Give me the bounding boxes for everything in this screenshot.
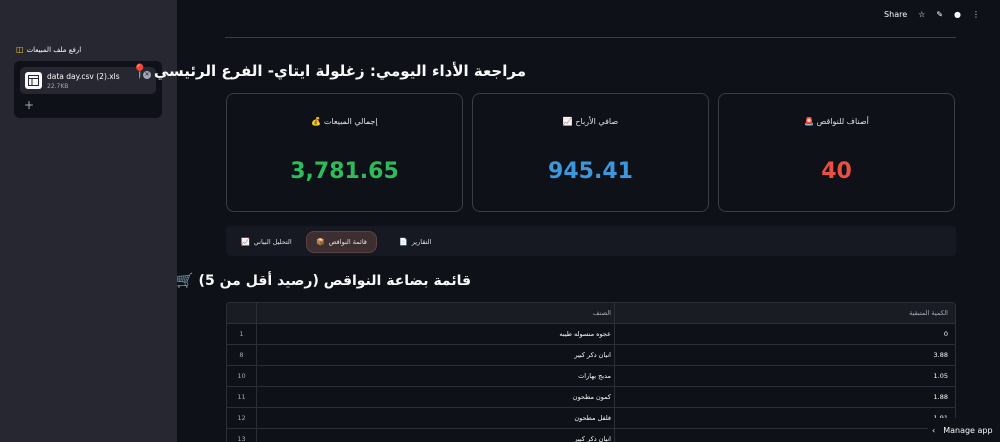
table-row[interactable]: 12 فلفل مطحون 1.91 (227, 408, 955, 429)
document-icon: 📄 (399, 238, 408, 246)
metric-card-shortages: أصناف للنواقص 🚨 40 (718, 93, 955, 212)
metric-value: 40 (821, 159, 852, 184)
tab-analysis[interactable]: التحليل البياني 📈 (232, 231, 301, 253)
file-name: data day.csv (2).xls (47, 72, 120, 81)
uploader-label-row: ارفع ملف المبيعات ◫ (16, 45, 81, 54)
tabs-bar: التحليل البياني 📈 قائمة النواقص 📦 التقار… (226, 226, 956, 256)
shortages-table[interactable]: الصنف الكمية المتبقية 1 عجوه منسوله طيبه… (226, 302, 956, 442)
chart-icon: 📈 (241, 238, 250, 246)
header-actions: Share ☆ ✎ ● ⋮ (884, 10, 980, 19)
table-row[interactable]: 1 عجوه منسوله طيبه 0 (227, 324, 955, 345)
package-icon: 📦 (316, 238, 325, 246)
table-header: الصنف الكمية المتبقية (227, 303, 955, 324)
metric-label: إجمالي المبيعات 💰 (311, 117, 378, 126)
page-title-row: مراجعة الأداء اليومي: زغلولة ايتاي- الفر… (131, 62, 526, 80)
chevron-left-icon: ‹ (932, 425, 936, 435)
share-button[interactable]: Share (884, 10, 907, 19)
github-icon[interactable]: ● (954, 10, 961, 19)
metric-value: 3,781.65 (290, 159, 399, 184)
metric-label: صافي الأرباح 📈 (562, 117, 619, 126)
column-header-item[interactable]: الصنف (257, 303, 615, 323)
tab-shortages[interactable]: قائمة النواقص 📦 (306, 231, 377, 253)
column-header-qty[interactable]: الكمية المتبقية (615, 303, 955, 323)
star-icon[interactable]: ☆ (918, 10, 925, 19)
folder-icon: ◫ (16, 45, 24, 54)
metric-label: أصناف للنواقص 🚨 (804, 117, 869, 126)
metric-value: 945.41 (548, 159, 633, 184)
file-size: 22.7KB (47, 83, 69, 90)
page-title: مراجعة الأداء اليومي: زغلولة ايتاي- الفر… (153, 62, 526, 80)
chart-up-icon: 📈 (562, 117, 573, 126)
cart-icon: 🛒 (176, 273, 194, 289)
header-divider (225, 37, 956, 38)
manage-app-label: Manage app (943, 425, 993, 435)
metric-card-profit: صافي الأرباح 📈 945.41 (472, 93, 709, 212)
edit-icon[interactable]: ✎ (936, 10, 943, 19)
metric-card-sales: إجمالي المبيعات 💰 3,781.65 (226, 93, 463, 212)
file-icon (25, 72, 42, 89)
table-row[interactable]: 13 انيان دكر كبير (227, 429, 955, 442)
table-row[interactable]: 8 انيان دكر كبير 3.88 (227, 345, 955, 366)
tab-reports[interactable]: التقارير 📄 (390, 231, 440, 253)
table-row[interactable]: 10 مدبج بهارات 1.05 (227, 366, 955, 387)
more-menu-icon[interactable]: ⋮ (972, 10, 980, 19)
money-bag-icon: 💰 (311, 117, 322, 126)
section-title-row: قائمة بضاعة النواقص (رصيد أقل من 5) 🛒 (176, 273, 471, 289)
add-file-icon[interactable]: + (24, 98, 34, 112)
section-title: قائمة بضاعة النواقص (رصيد أقل من 5) (198, 273, 471, 289)
uploader-label: ارفع ملف المبيعات (26, 45, 82, 54)
manage-app-button[interactable]: ‹ Manage app (928, 418, 1000, 442)
pin-icon: 📍 (131, 64, 149, 80)
alarm-icon: 🚨 (804, 117, 815, 126)
table-row[interactable]: 11 كمون مطحون 1.88 (227, 387, 955, 408)
